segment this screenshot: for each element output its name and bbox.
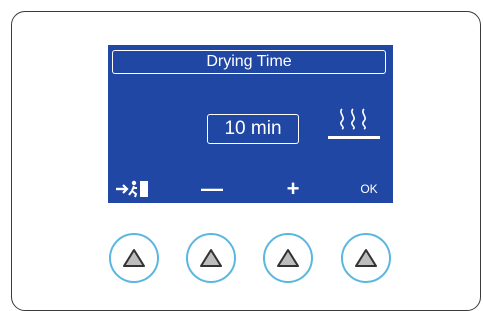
triangle-up-icon bbox=[277, 249, 299, 267]
exit-icon bbox=[114, 179, 154, 199]
ok-label: OK bbox=[360, 182, 378, 196]
drying-time-value: 10 min bbox=[207, 114, 299, 144]
softkey-bar: — + OK bbox=[108, 177, 393, 203]
steam-heat-icon bbox=[326, 107, 384, 147]
plus-label: + bbox=[286, 176, 300, 201]
decrease-button[interactable] bbox=[186, 233, 236, 283]
triangle-up-icon bbox=[200, 249, 222, 267]
minus-label: — bbox=[201, 176, 223, 201]
triangle-up-icon bbox=[123, 249, 145, 267]
ok-button[interactable] bbox=[341, 233, 391, 283]
triangle-up-icon bbox=[355, 249, 377, 267]
increase-button[interactable] bbox=[263, 233, 313, 283]
lcd-display: Drying Time 10 min — + OK bbox=[108, 45, 393, 203]
exit-button[interactable] bbox=[109, 233, 159, 283]
display-title: Drying Time bbox=[112, 50, 386, 74]
